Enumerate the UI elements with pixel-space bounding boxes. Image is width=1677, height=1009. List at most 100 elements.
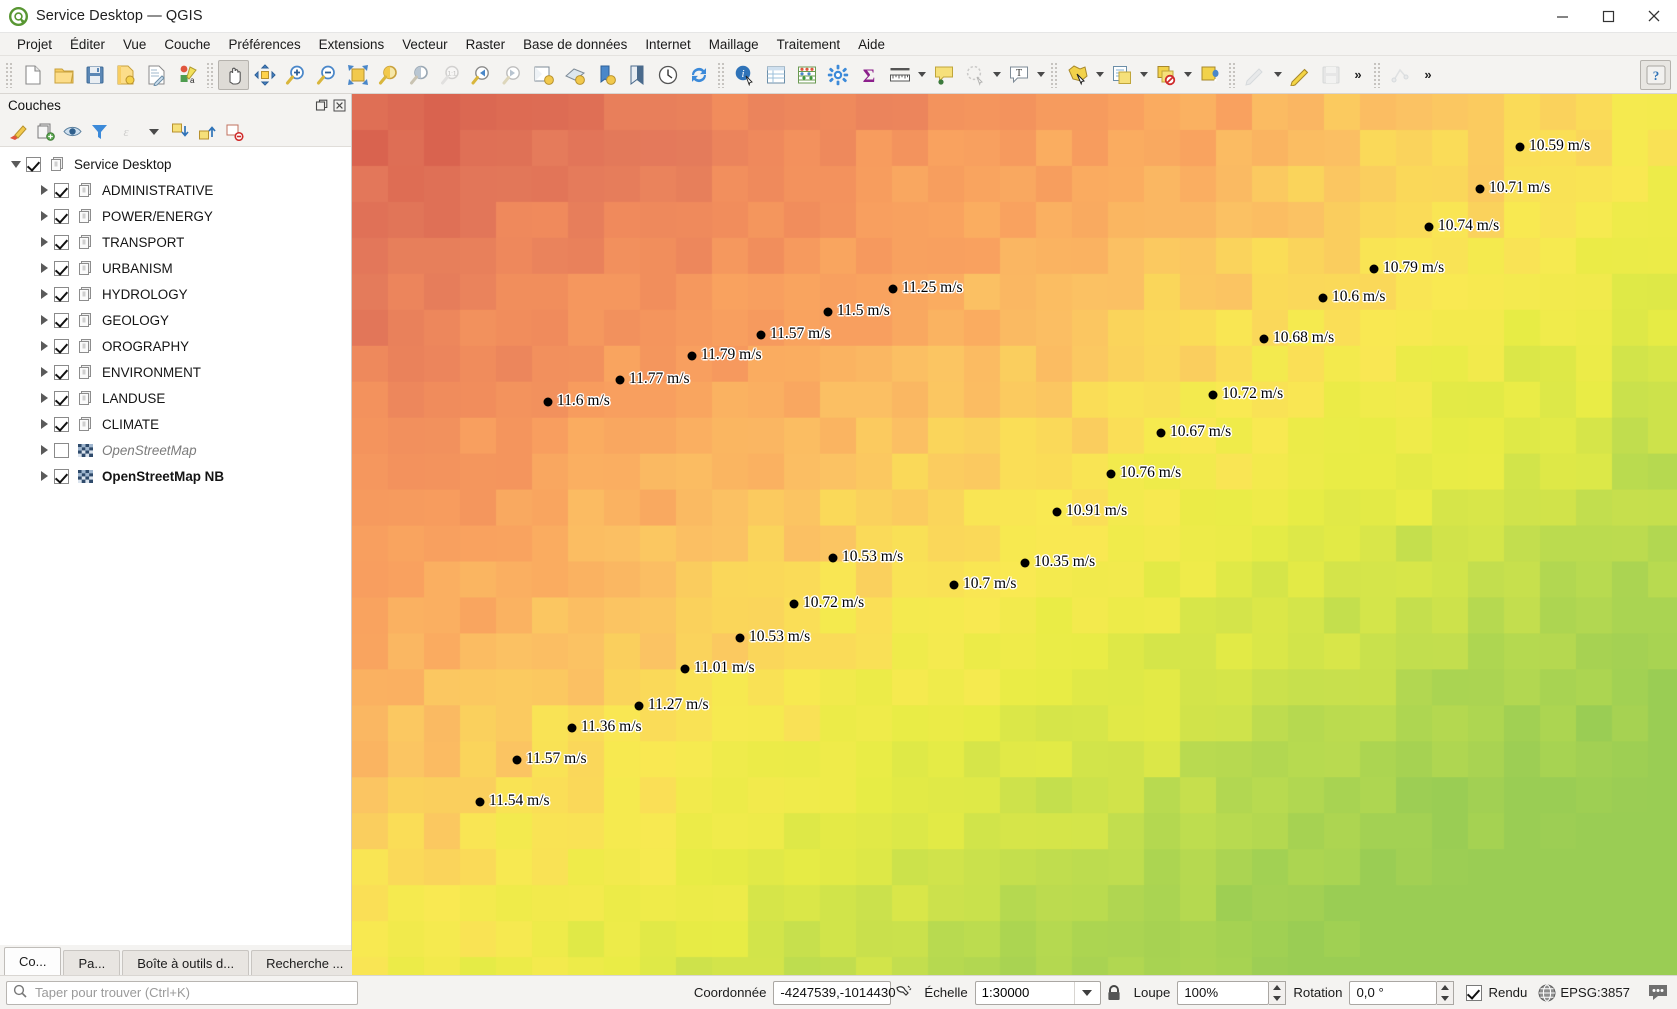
lock-icon[interactable] [1101,980,1127,1006]
select-by-radius-icon[interactable] [959,60,990,90]
coordinate-field[interactable]: -4247539,-1014430 [773,980,896,1005]
menu-pr-f-rences[interactable]: Préférences [219,35,309,54]
layer-visibility-checkbox[interactable] [54,390,69,406]
wind-speed-point[interactable] [1052,507,1062,517]
wind-speed-point[interactable] [756,330,766,340]
layer-visibility-checkbox[interactable] [26,156,41,172]
magnifier-stepper[interactable] [1269,980,1287,1005]
remove-layer-icon[interactable] [222,120,247,144]
zoom-out-icon[interactable] [311,60,342,90]
open-form-dropdown-icon[interactable] [1137,60,1150,90]
text-annotation-icon[interactable]: T [1003,60,1034,90]
layer-visibility-checkbox[interactable] [54,182,69,198]
chevron-right-icon[interactable] [34,211,54,221]
chevron-right-icon[interactable] [34,237,54,247]
toolbar-grip[interactable] [1050,61,1059,88]
add-group-icon[interactable] [33,120,58,144]
toggle-extents-icon[interactable] [891,980,917,1006]
wind-speed-point[interactable] [543,397,553,407]
chevron-right-icon[interactable] [34,393,54,403]
filter-dropdown-icon[interactable] [141,120,166,144]
open-layer-styling-icon[interactable] [6,120,31,144]
wind-speed-point[interactable] [634,701,644,711]
panel-tab[interactable]: Boîte à outils d... [122,950,250,975]
chevron-right-icon[interactable] [34,419,54,429]
layer-row[interactable]: CLIMATE [0,411,351,437]
wind-speed-point[interactable] [1259,334,1269,344]
layer-visibility-checkbox[interactable] [54,468,69,484]
layer-visibility-checkbox[interactable] [54,234,69,250]
filter-legend-icon[interactable] [87,120,112,144]
select-dropdown-icon[interactable] [990,60,1003,90]
layer-row[interactable]: ENVIRONMENT [0,359,351,385]
scale-combo[interactable]: 1:30000 [974,980,1101,1005]
panel-tab[interactable]: Pa... [63,950,121,975]
toggle-editing-icon[interactable] [1284,60,1315,90]
statistical-summary-icon[interactable]: Σ [853,60,884,90]
close-button[interactable] [1631,0,1677,33]
close-icon[interactable] [331,98,347,114]
rotation-stepper[interactable] [1437,980,1455,1005]
layer-visibility-checkbox[interactable] [54,416,69,432]
wind-speed-point[interactable] [949,580,959,590]
chevron-right-icon[interactable] [34,367,54,377]
refresh-icon[interactable] [683,60,714,90]
wind-speed-point[interactable] [1156,428,1166,438]
chevron-right-icon[interactable] [34,341,54,351]
wind-speed-point[interactable] [1475,184,1485,194]
wind-speed-point[interactable] [680,664,690,674]
toolbar-grip[interactable] [206,61,215,88]
save-layer-edits-icon[interactable] [1315,60,1346,90]
layer-row[interactable]: GEOLOGY [0,307,351,333]
chevron-right-icon[interactable] [34,289,54,299]
chevron-right-icon[interactable] [34,315,54,325]
refresh-bookmark-icon[interactable] [590,60,621,90]
layer-visibility-checkbox[interactable] [54,338,69,354]
layer-row[interactable]: ADMINISTRATIVE [0,177,351,203]
pan-to-selection-icon[interactable] [249,60,280,90]
filter-legend-expression-icon[interactable]: ε [114,120,139,144]
magnifier-decrement[interactable] [1269,993,1285,1004]
crs-label[interactable]: EPSG:3857 [1560,985,1630,1000]
wind-speed-point[interactable] [735,633,745,643]
save-project-as-icon[interactable] [110,60,141,90]
minimize-button[interactable] [1539,0,1585,33]
processing-toolbox-icon[interactable] [822,60,853,90]
wind-speed-point[interactable] [512,755,522,765]
measure-dropdown-icon[interactable] [915,60,928,90]
open-project-icon[interactable] [48,60,79,90]
current-edits-icon[interactable] [1240,60,1271,90]
annotation-dropdown-icon[interactable] [1034,60,1047,90]
chevron-right-icon[interactable] [34,263,54,273]
layer-row[interactable]: Service Desktop [0,151,351,177]
menu-maillage[interactable]: Maillage [700,35,768,54]
manage-visibility-icon[interactable] [60,120,85,144]
style-manager-icon[interactable]: a [172,60,203,90]
layer-row[interactable]: LANDUSE [0,385,351,411]
collapse-all-icon[interactable] [195,120,220,144]
wind-speed-point[interactable] [789,599,799,609]
menu-projet[interactable]: Projet [8,35,61,54]
layer-row[interactable]: TRANSPORT [0,229,351,255]
open-attribute-table-icon[interactable] [760,60,791,90]
layer-visibility-checkbox[interactable] [54,364,69,380]
open-form-icon[interactable] [1106,60,1137,90]
deselect-dropdown-icon[interactable] [1181,60,1194,90]
select-features-icon[interactable] [1062,60,1093,90]
wind-speed-point[interactable] [475,797,485,807]
layer-visibility-checkbox[interactable] [54,208,69,224]
wind-speed-point[interactable] [823,307,833,317]
wind-speed-point[interactable] [1318,293,1328,303]
rotation-field[interactable]: 0,0 ° [1349,980,1438,1005]
wind-speed-point[interactable] [1208,390,1218,400]
undock-icon[interactable] [313,98,329,114]
rotation-decrement[interactable] [1437,993,1453,1004]
menu-internet[interactable]: Internet [636,35,699,54]
digitize-icon[interactable] [1385,60,1416,90]
chevron-right-icon[interactable] [34,185,54,195]
wind-speed-point[interactable] [1369,264,1379,274]
wind-speed-point[interactable] [1515,142,1525,152]
maximize-button[interactable] [1585,0,1631,33]
identify-features-icon[interactable]: i [729,60,760,90]
select-features-dropdown-icon[interactable] [1093,60,1106,90]
